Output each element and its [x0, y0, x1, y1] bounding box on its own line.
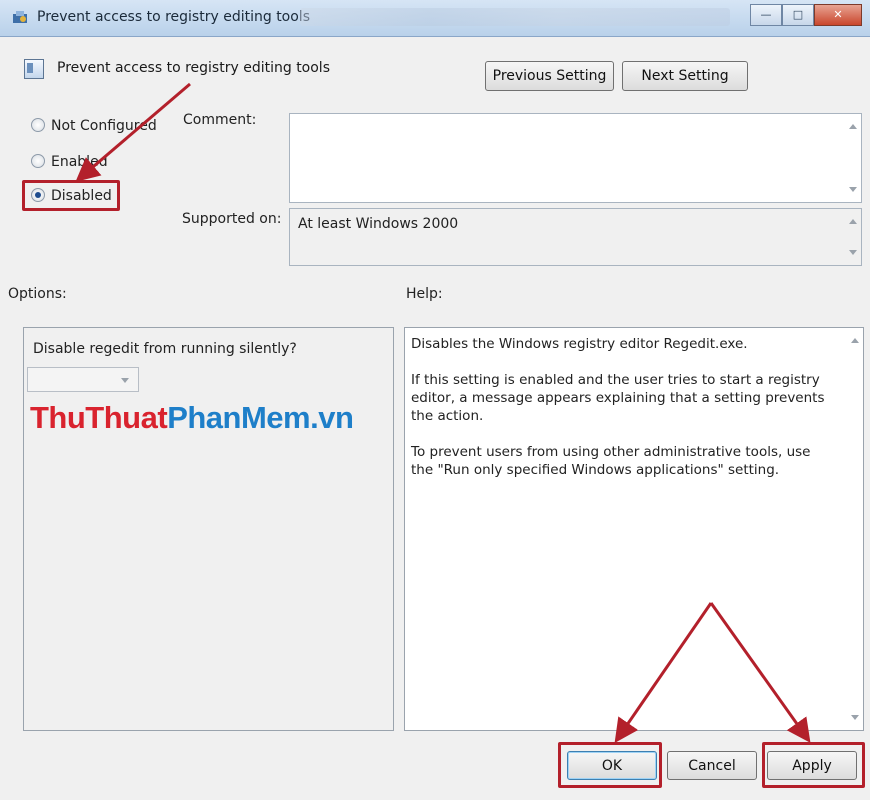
arrow-to-ok [614, 602, 713, 743]
annotation-arrows [75, 82, 811, 743]
arrow-to-disabled [75, 82, 191, 182]
policy-dialog-window: Prevent access to registry editing tools… [0, 0, 870, 800]
arrow-to-apply [709, 602, 811, 743]
